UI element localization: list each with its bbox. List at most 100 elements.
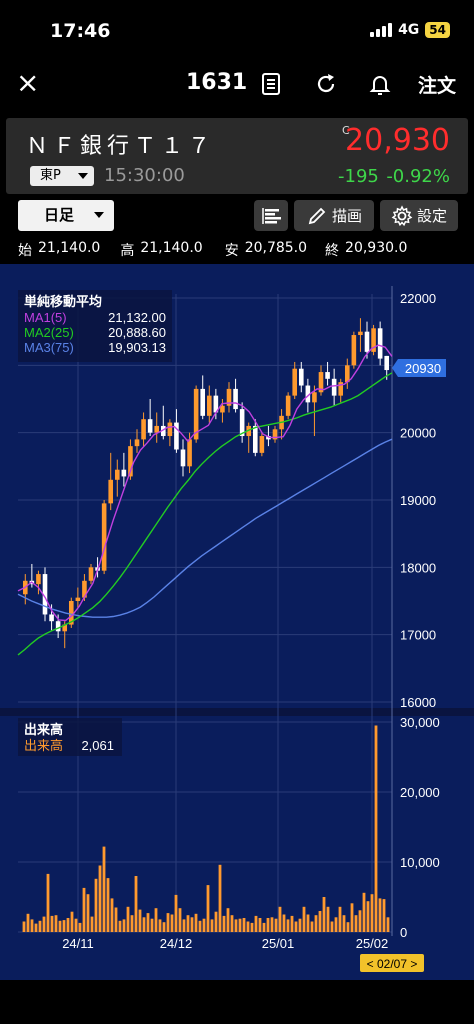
refresh-icon[interactable]: [313, 71, 339, 97]
price-tick-label: 22000: [400, 291, 436, 306]
chart-area[interactable]: 2200021000200001900018000170001600030,00…: [0, 264, 474, 980]
volume-bar: [374, 725, 378, 932]
volume-bar: [226, 908, 230, 932]
candle-body: [206, 395, 212, 416]
candle-body: [167, 422, 173, 437]
x-tick-label: 24/11: [62, 936, 94, 951]
candle-body: [384, 355, 390, 371]
candle-body: [187, 439, 192, 467]
volume-bar: [158, 919, 162, 932]
volume-bar: [222, 915, 226, 932]
volume-bar: [350, 903, 354, 932]
ma-legend-title: 単純移動平均: [24, 294, 102, 310]
volume-bar: [190, 917, 194, 932]
volume-bar: [254, 915, 258, 932]
candle-body: [49, 614, 54, 622]
candle-body: [364, 331, 370, 352]
signal-icon: [370, 23, 393, 37]
volume-bar: [206, 885, 210, 932]
volume-bar: [102, 846, 106, 932]
ma-legend-value: 19,903.13: [108, 340, 166, 355]
volume-bar: [234, 919, 238, 932]
candle-body: [285, 395, 291, 416]
indicator-button[interactable]: [254, 200, 288, 231]
candle-body: [180, 449, 186, 467]
document-icon[interactable]: [258, 71, 284, 97]
volume-bar: [66, 918, 70, 932]
volume-bar: [146, 913, 150, 932]
volume-legend-title: 出来高: [24, 722, 63, 738]
nav-bar: × 1631 注文: [0, 62, 474, 108]
ma3-line: [17, 438, 393, 618]
volume-bar: [310, 921, 314, 932]
volume-bar: [106, 878, 110, 932]
volume-bar: [218, 864, 222, 932]
stock-code: 1631: [186, 70, 248, 95]
high-label: 高: [120, 243, 135, 259]
volume-bar: [358, 910, 362, 932]
draw-button[interactable]: 描画: [294, 200, 374, 231]
volume-bar: [250, 922, 254, 932]
chevron-down-icon: [78, 173, 88, 179]
market-select[interactable]: 東P: [30, 166, 94, 186]
period-label: 日足: [44, 206, 75, 224]
candle-body: [75, 597, 81, 601]
volume-bar: [258, 918, 262, 932]
price-tick-label: 18000: [400, 560, 436, 575]
volume-bar: [346, 922, 350, 932]
volume-bar: [230, 915, 234, 932]
volume-bar: [38, 920, 42, 932]
volume-bar: [282, 914, 286, 932]
close-label: 終: [325, 243, 340, 259]
low-value: 20,785.0: [244, 240, 308, 256]
volume-bar: [22, 921, 26, 932]
volume-bar: [98, 865, 102, 932]
candle-body: [114, 469, 120, 480]
candle-body: [252, 425, 258, 453]
settings-button[interactable]: 設定: [380, 200, 458, 231]
low-label: 安: [224, 243, 239, 259]
volume-bar: [214, 911, 218, 932]
candle-body: [147, 419, 153, 433]
stock-name: ＮＦ銀行Ｔ１７: [26, 134, 216, 159]
candle-body: [108, 479, 114, 504]
volume-bar: [278, 906, 282, 932]
date-tag-label: < 02/07 >: [367, 957, 418, 971]
volume-bar: [26, 913, 30, 932]
candle-body: [351, 335, 357, 366]
status-time: 17:46: [50, 20, 111, 42]
volume-bar: [54, 915, 58, 932]
volume-bar: [154, 908, 158, 932]
candle-body: [55, 621, 61, 632]
price-tick-label: 19000: [400, 493, 436, 508]
candle-body: [298, 368, 304, 386]
volume-bar: [246, 921, 250, 932]
volume-bar: [138, 909, 142, 932]
volume-bar: [178, 908, 182, 932]
period-select[interactable]: 日足: [18, 200, 114, 231]
volume-bar: [142, 917, 146, 932]
volume-bar: [286, 919, 290, 932]
order-button[interactable]: 注文: [418, 71, 456, 98]
volume-bar: [42, 916, 46, 932]
volume-bar: [262, 922, 266, 932]
volume-tick-label: 0: [400, 925, 407, 940]
candle-body: [312, 392, 317, 403]
volume-bar: [130, 915, 134, 932]
volume-bar: [330, 921, 334, 932]
candle-body: [358, 331, 363, 336]
volume-bar: [122, 919, 126, 932]
price-chart[interactable]: 2200021000200001900018000170001600030,00…: [0, 264, 474, 980]
chart-toolbar: 日足 描画 設定: [0, 200, 474, 234]
volume-bar: [134, 876, 138, 932]
volume-bar: [318, 911, 322, 932]
candle-body: [259, 436, 265, 453]
volume-bar: [46, 873, 50, 932]
close-button[interactable]: ×: [16, 68, 39, 98]
price-tick-label: 16000: [400, 695, 436, 710]
price-tick-label: 20000: [400, 426, 436, 441]
volume-tick-label: 10,000: [400, 855, 440, 870]
bell-icon[interactable]: [367, 71, 393, 97]
volume-bar: [166, 913, 170, 932]
volume-bar: [274, 918, 278, 932]
